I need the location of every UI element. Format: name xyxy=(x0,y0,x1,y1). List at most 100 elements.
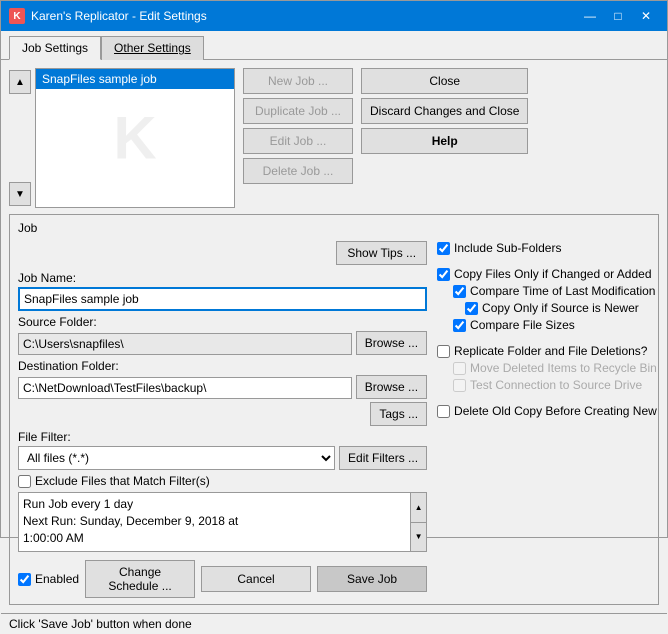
top-buttons-left: New Job ... Duplicate Job ... Edit Job .… xyxy=(243,68,353,208)
edit-filters-button[interactable]: Edit Filters ... xyxy=(339,446,427,470)
copy-newer-checkbox[interactable] xyxy=(465,302,478,315)
help-button[interactable]: Help xyxy=(361,128,528,154)
copy-files-checkbox[interactable] xyxy=(437,268,450,281)
tab-job-settings[interactable]: Job Settings xyxy=(9,36,101,60)
scroll-down-button[interactable]: ▼ xyxy=(9,182,31,206)
compare-sizes-row: Compare File Sizes xyxy=(453,318,668,332)
tags-button[interactable]: Tags ... xyxy=(370,402,427,426)
title-bar-left: K Karen's Replicator - Edit Settings xyxy=(9,8,207,24)
save-job-button[interactable]: Save Job xyxy=(317,566,427,592)
include-subfolders-checkbox[interactable] xyxy=(437,242,450,255)
duplicate-job-button[interactable]: Duplicate Job ... xyxy=(243,98,353,124)
dest-folder-row: Browse ... xyxy=(18,375,427,399)
dest-folder-group: Destination Folder: Browse ... Tags ... xyxy=(18,359,427,426)
bottom-action-row: Enabled Change Schedule ... Cancel Save … xyxy=(18,560,427,598)
exclude-filter-checkbox[interactable] xyxy=(18,475,31,488)
change-schedule-button[interactable]: Change Schedule ... xyxy=(85,560,195,598)
job-name-group: Job Name: xyxy=(18,271,427,311)
replicate-deletions-row: Replicate Folder and File Deletions? xyxy=(437,344,668,358)
watermark: K xyxy=(113,104,156,173)
app-icon: K xyxy=(9,8,25,24)
discard-close-button[interactable]: Discard Changes and Close xyxy=(361,98,528,124)
source-folder-input[interactable] xyxy=(18,333,352,355)
job-name-input[interactable] xyxy=(18,287,427,311)
browse-source-button[interactable]: Browse ... xyxy=(356,331,427,355)
replicate-deletions-label: Replicate Folder and File Deletions? xyxy=(454,344,647,358)
main-window: K Karen's Replicator - Edit Settings — □… xyxy=(0,0,668,538)
top-left: ▲ ▼ K SnapFiles sample job xyxy=(9,68,235,208)
window-title: Karen's Replicator - Edit Settings xyxy=(31,9,207,23)
replicate-deletions-checkbox[interactable] xyxy=(437,345,450,358)
top-section: ▲ ▼ K SnapFiles sample job New Job ... D… xyxy=(9,68,659,208)
tab-other-settings[interactable]: Other Settings xyxy=(101,36,204,60)
top-buttons-right: Close Discard Changes and Close Help xyxy=(361,68,528,208)
source-folder-group: Source Folder: Browse ... xyxy=(18,315,427,355)
job-list-item[interactable]: SnapFiles sample job xyxy=(36,69,234,89)
tabs-bar: Job Settings Other Settings xyxy=(1,31,667,60)
close-window-button[interactable]: ✕ xyxy=(633,6,659,26)
close-button[interactable]: Close xyxy=(361,68,528,94)
enabled-checkbox[interactable] xyxy=(18,573,31,586)
job-right: Include Sub-Folders Copy Files Only if C… xyxy=(437,241,668,598)
test-connection-checkbox xyxy=(453,379,466,392)
enabled-label: Enabled xyxy=(35,572,79,586)
exclude-filter-row: Exclude Files that Match Filter(s) xyxy=(18,474,427,488)
job-section-title: Job xyxy=(18,221,650,235)
dest-folder-label: Destination Folder: xyxy=(18,359,427,373)
job-left: Show Tips ... Job Name: Source Folder: B… xyxy=(18,241,427,598)
show-tips-button[interactable]: Show Tips ... xyxy=(336,241,427,265)
schedule-scrollbar[interactable]: ▲ ▼ xyxy=(410,493,426,551)
file-filter-select[interactable]: All files (*.*) xyxy=(18,446,335,470)
copy-newer-label: Copy Only if Source is Newer xyxy=(482,301,639,315)
enabled-row: Enabled xyxy=(18,572,79,586)
source-folder-row: Browse ... xyxy=(18,331,427,355)
status-bar: Click 'Save Job' button when done xyxy=(1,613,667,634)
delete-old-copy-row: Delete Old Copy Before Creating New xyxy=(437,404,668,418)
include-subfolders-label: Include Sub-Folders xyxy=(454,241,561,255)
delete-old-copy-label: Delete Old Copy Before Creating New xyxy=(454,404,657,418)
exclude-filter-label: Exclude Files that Match Filter(s) xyxy=(35,474,210,488)
test-connection-label: Test Connection to Source Drive xyxy=(470,378,642,392)
file-filter-label: File Filter: xyxy=(18,430,427,444)
test-connection-row: Test Connection to Source Drive xyxy=(453,378,668,392)
compare-time-checkbox[interactable] xyxy=(453,285,466,298)
schedule-scroll-up[interactable]: ▲ xyxy=(411,493,426,523)
title-bar: K Karen's Replicator - Edit Settings — □… xyxy=(1,1,667,31)
scroll-arrows: ▲ ▼ xyxy=(9,68,31,208)
include-subfolders-row: Include Sub-Folders xyxy=(437,241,668,255)
schedule-box: Run Job every 1 day Next Run: Sunday, De… xyxy=(18,492,427,552)
browse-dest-button[interactable]: Browse ... xyxy=(356,375,427,399)
new-job-button[interactable]: New Job ... xyxy=(243,68,353,94)
job-name-label: Job Name: xyxy=(18,271,427,285)
compare-time-row: Compare Time of Last Modification xyxy=(453,284,668,298)
schedule-section: Run Job every 1 day Next Run: Sunday, De… xyxy=(18,492,427,552)
minimize-button[interactable]: — xyxy=(577,6,603,26)
right-options: Include Sub-Folders Copy Files Only if C… xyxy=(437,241,668,418)
job-list[interactable]: K SnapFiles sample job xyxy=(35,68,235,208)
compare-sizes-checkbox[interactable] xyxy=(453,319,466,332)
file-filter-group: File Filter: All files (*.*) Edit Filter… xyxy=(18,430,427,470)
compare-time-label: Compare Time of Last Modification xyxy=(470,284,655,298)
status-text: Click 'Save Job' button when done xyxy=(9,617,192,631)
move-deleted-label: Move Deleted Items to Recycle Bin xyxy=(470,361,657,375)
schedule-scroll-down[interactable]: ▼ xyxy=(411,523,426,552)
job-inner: Show Tips ... Job Name: Source Folder: B… xyxy=(18,241,650,598)
job-section: Job Show Tips ... Job Name: Source Folde… xyxy=(9,214,659,605)
move-deleted-row: Move Deleted Items to Recycle Bin xyxy=(453,361,668,375)
move-deleted-checkbox xyxy=(453,362,466,375)
copy-files-row: Copy Files Only if Changed or Added xyxy=(437,267,668,281)
edit-job-button[interactable]: Edit Job ... xyxy=(243,128,353,154)
show-tips-row: Show Tips ... xyxy=(18,241,427,265)
main-content: ▲ ▼ K SnapFiles sample job New Job ... D… xyxy=(1,60,667,613)
scroll-up-button[interactable]: ▲ xyxy=(9,70,31,94)
compare-sizes-label: Compare File Sizes xyxy=(470,318,575,332)
copy-files-label: Copy Files Only if Changed or Added xyxy=(454,267,651,281)
maximize-button[interactable]: □ xyxy=(605,6,631,26)
cancel-button[interactable]: Cancel xyxy=(201,566,311,592)
source-folder-label: Source Folder: xyxy=(18,315,427,329)
dest-folder-input[interactable] xyxy=(18,377,352,399)
delete-old-copy-checkbox[interactable] xyxy=(437,405,450,418)
delete-job-button[interactable]: Delete Job ... xyxy=(243,158,353,184)
schedule-text: Run Job every 1 day Next Run: Sunday, De… xyxy=(23,496,422,546)
title-bar-controls: — □ ✕ xyxy=(577,6,659,26)
